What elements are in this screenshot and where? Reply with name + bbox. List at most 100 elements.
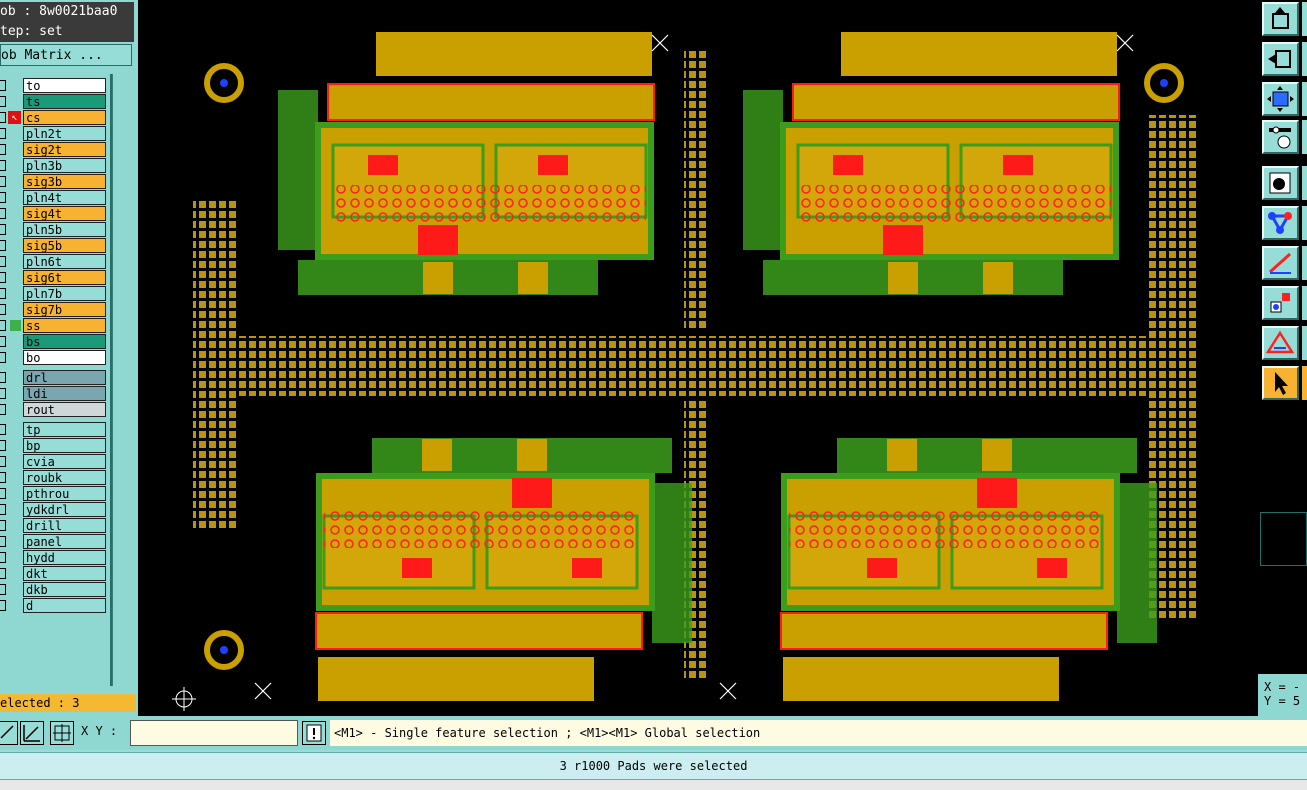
layer-row[interactable]: roubk <box>0 470 108 485</box>
xy-input[interactable] <box>130 720 298 746</box>
layer-row[interactable]: panel <box>0 534 108 549</box>
drc-icon[interactable] <box>1262 326 1299 360</box>
layer-checkbox[interactable] <box>0 352 6 363</box>
feature-icon[interactable] <box>1262 286 1299 320</box>
layer-checkbox[interactable] <box>0 224 6 235</box>
layer-checkbox[interactable] <box>0 192 6 203</box>
pcb-graphic-canvas[interactable] <box>138 0 1258 716</box>
layer-checkbox[interactable] <box>0 80 6 91</box>
layer-checkbox[interactable] <box>0 520 6 531</box>
layer-checkbox[interactable] <box>0 584 6 595</box>
layer-checkbox[interactable] <box>0 240 6 251</box>
layer-checkbox[interactable] <box>0 304 6 315</box>
pcb-unit-bottom-left <box>315 438 692 701</box>
layer-checkbox[interactable] <box>0 372 6 383</box>
layer-name: cs <box>23 110 106 125</box>
status-message: 3 r1000 Pads were selected <box>0 752 1307 780</box>
layer-name: sig6t <box>23 270 106 285</box>
layer-checkbox[interactable] <box>0 488 6 499</box>
layer-row[interactable]: cvia <box>0 454 108 469</box>
layer-row[interactable]: pln7b <box>0 286 108 301</box>
datum-origin-icon <box>172 687 196 711</box>
layer-checkbox[interactable] <box>0 256 6 267</box>
layer-row[interactable]: hydd <box>0 550 108 565</box>
export-icon[interactable] <box>1262 2 1299 36</box>
layer-row[interactable]: sig4t <box>0 206 108 221</box>
layer-row[interactable]: to <box>0 78 108 93</box>
layer-row[interactable]: bs <box>0 334 108 349</box>
layer-row[interactable]: bo <box>0 350 108 365</box>
layer-checkbox[interactable] <box>0 128 6 139</box>
layer-row[interactable]: sig2t <box>0 142 108 157</box>
job-matrix-button[interactable]: ob Matrix ... <box>0 44 132 66</box>
layer-row[interactable]: dkt <box>0 566 108 581</box>
layer-row[interactable]: rout <box>0 402 108 417</box>
layer-row[interactable]: pln6t <box>0 254 108 269</box>
layer-row[interactable]: ldi <box>0 386 108 401</box>
layer-row[interactable]: pln4t <box>0 190 108 205</box>
layer-checkbox[interactable] <box>0 536 6 547</box>
layer-row[interactable]: pthrou <box>0 486 108 501</box>
layer-name: dkb <box>23 582 106 597</box>
layer-row[interactable]: sig5b <box>0 238 108 253</box>
layer-row[interactable]: sig6t <box>0 270 108 285</box>
toolbar-empty-slot <box>1260 512 1307 566</box>
layer-checkbox[interactable] <box>0 176 6 187</box>
layer-row[interactable]: dkb <box>0 582 108 597</box>
layer-checkbox[interactable] <box>0 208 6 219</box>
layer-row[interactable]: drl <box>0 370 108 385</box>
snap-grid-toggle-icon[interactable] <box>50 721 74 745</box>
layer-checkbox[interactable] <box>0 568 6 579</box>
layer-row[interactable]: d <box>0 598 108 613</box>
pcb-unit-top-left <box>278 32 655 295</box>
layer-row[interactable]: ss <box>0 318 108 333</box>
pcb-panel-drawing[interactable] <box>138 0 1258 716</box>
layer-checkbox[interactable] <box>0 552 6 563</box>
layer-checkbox[interactable] <box>0 472 6 483</box>
layer-checkbox[interactable] <box>0 504 6 515</box>
right-toolbar <box>1258 0 1307 716</box>
layer-checkbox[interactable] <box>0 144 6 155</box>
layer-name: sig7b <box>23 302 106 317</box>
layer-row[interactable]: ts <box>0 94 108 109</box>
layer-checkbox[interactable] <box>0 600 6 611</box>
layer-checkbox[interactable] <box>0 112 6 123</box>
layer-name: bs <box>23 334 106 349</box>
net-icon[interactable] <box>1262 206 1299 240</box>
layer-list-scrollbar[interactable] <box>112 74 137 686</box>
layer-checkbox[interactable] <box>0 320 6 331</box>
alert-icon[interactable] <box>302 721 326 745</box>
layer-checkbox[interactable] <box>0 388 6 399</box>
snap-icon[interactable] <box>1262 166 1299 200</box>
layer-row[interactable]: drill <box>0 518 108 533</box>
layer-checkbox[interactable] <box>0 96 6 107</box>
x-coordinate: X = - <box>1264 680 1301 694</box>
undo-icon[interactable] <box>0 721 18 745</box>
layer-checkbox[interactable] <box>0 440 6 451</box>
import-icon[interactable] <box>1262 42 1299 76</box>
layer-row[interactable]: pln3b <box>0 158 108 173</box>
layer-name: dkt <box>23 566 106 581</box>
layer-checkbox[interactable] <box>0 336 6 347</box>
layer-row[interactable]: tp <box>0 422 108 437</box>
layer-row[interactable]: bp <box>0 438 108 453</box>
selected-count: elected : 3 <box>0 694 136 712</box>
layer-row[interactable]: ydkdrl <box>0 502 108 517</box>
zoom-fit-icon[interactable] <box>1262 82 1299 116</box>
layer-row[interactable]: sig3b <box>0 174 108 189</box>
layer-row[interactable]: sig7b <box>0 302 108 317</box>
layer-checkbox[interactable] <box>0 456 6 467</box>
measure-icon[interactable] <box>1262 246 1299 280</box>
grid-snap-icon[interactable] <box>20 721 44 745</box>
layer-row[interactable]: ↖ cs <box>0 110 108 125</box>
layer-row[interactable]: pln5b <box>0 222 108 237</box>
layer-checkbox[interactable] <box>0 404 6 415</box>
settings-icon[interactable] <box>1262 120 1299 154</box>
select-pointer-icon[interactable] <box>1262 366 1299 400</box>
layer-checkbox[interactable] <box>0 288 6 299</box>
layer-row[interactable]: pln2t <box>0 126 108 141</box>
layer-checkbox[interactable] <box>0 424 6 435</box>
layer-name: to <box>23 78 106 93</box>
layer-checkbox[interactable] <box>0 160 6 171</box>
layer-checkbox[interactable] <box>0 272 6 283</box>
